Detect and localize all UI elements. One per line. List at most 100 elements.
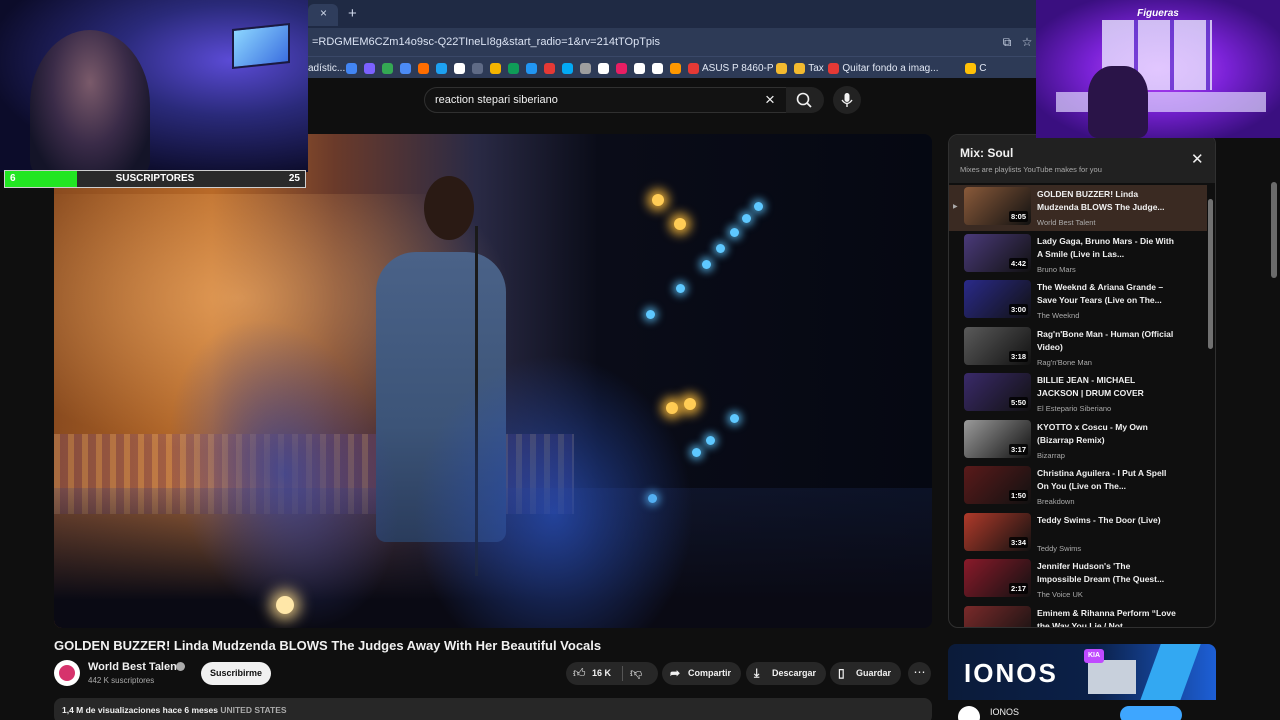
bookmark-item[interactable] <box>526 61 537 75</box>
video-thumbnail[interactable]: 8:05 <box>964 187 1031 225</box>
tab-close-icon[interactable]: × <box>320 6 327 20</box>
ad-banner[interactable]: IONOS KIA <box>948 644 1216 700</box>
video-player[interactable] <box>54 134 932 628</box>
playlist-item-title[interactable]: Christina Aguilera - I Put A Spell On Yo… <box>1037 467 1177 493</box>
thumb-down-icon[interactable]: 👎︎ <box>630 662 642 685</box>
bookmark-item[interactable] <box>418 61 429 75</box>
playlist-item[interactable]: 5:50 BILLIE JEAN - MICHAEL JACKSON | DRUM… <box>949 371 1207 417</box>
save-button[interactable]: ▯ Guardar <box>830 662 902 685</box>
playlist-item[interactable]: 3:34 Teddy Swims - The Door (Live) Teddy S… <box>949 511 1207 557</box>
video-thumbnail[interactable]: 3:17 <box>964 419 1031 458</box>
bookmark-item[interactable]: Tax <box>794 61 824 75</box>
bookmark-item[interactable] <box>508 61 519 75</box>
playlist-item[interactable]: ▶ 8:05 GOLDEN BUZZER! Linda Mudzenda BLOWS… <box>949 185 1207 231</box>
goal-current: 6 <box>10 173 16 184</box>
playlist-item[interactable]: 4:42 Lady Gaga, Bruno Mars - Die With A S… <box>949 232 1207 278</box>
bookmark-item[interactable] <box>346 61 357 75</box>
channel-avatar[interactable] <box>54 660 80 686</box>
bookmark-item[interactable] <box>490 61 501 75</box>
share-button[interactable]: ➦ Compartir <box>662 662 742 685</box>
playlist-scrollbar[interactable] <box>1208 199 1213 349</box>
bookmark-item[interactable] <box>544 61 555 75</box>
bookmark-item[interactable] <box>598 61 609 75</box>
bookmark-item[interactable] <box>436 61 447 75</box>
bookmark-item[interactable] <box>562 61 573 75</box>
duration-badge: 8:05 <box>1008 211 1028 222</box>
bookmark-item[interactable]: ASUS P 8460-P <box>688 61 774 75</box>
video-thumbnail[interactable]: 1:50 <box>964 466 1031 504</box>
channel-name[interactable]: World Best Talent <box>88 661 181 673</box>
bookmark-item[interactable]: adístic... <box>308 61 345 75</box>
playlist-item[interactable]: 2:17 Jennifer Hudson's 'The Impossible Dr… <box>949 557 1207 603</box>
playlist-item[interactable]: 3:17 KYOTTO x Coscu - My Own (Bizarrap Re… <box>949 418 1207 464</box>
advertiser-name[interactable]: IONOS <box>990 707 1019 717</box>
video-thumbnail[interactable]: 5:50 <box>964 373 1031 411</box>
playlist-item-title[interactable]: KYOTTO x Coscu - My Own (Bizarrap Remix) <box>1037 421 1177 447</box>
playlist-item-channel: El Estepario Siberiano <box>1037 404 1112 413</box>
bookmark-favicon-icon <box>965 62 977 74</box>
download-button[interactable]: ⤓ Descargar <box>746 662 827 685</box>
mic-icon <box>841 93 853 107</box>
playlist-item-title[interactable]: The Weeknd & Ariana Grande – Save Your T… <box>1037 281 1177 307</box>
duration-badge: 1:50 <box>1008 490 1028 501</box>
more-icon[interactable]: ⋯ <box>908 662 931 685</box>
bookmark-item[interactable] <box>400 61 411 75</box>
playlist-item-title[interactable]: BILLIE JEAN - MICHAEL JACKSON | DRUM COV… <box>1037 374 1177 400</box>
stage-light <box>742 214 751 223</box>
playlist-item[interactable]: 1:50 Christina Aguilera - I Put A Spell O… <box>949 464 1207 510</box>
new-tab-icon[interactable]: + <box>348 5 357 22</box>
bookmark-favicon-icon <box>634 62 645 74</box>
voice-search-button[interactable] <box>833 86 861 114</box>
video-thumbnail[interactable]: 2:17 <box>964 559 1031 597</box>
playlist-item[interactable]: 3:00 The Weeknd & Ariana Grande – Save Yo… <box>949 278 1207 324</box>
singer-head <box>424 176 474 240</box>
bookmark-item[interactable] <box>652 61 663 75</box>
video-thumbnail[interactable]: 3:34 <box>964 512 1031 551</box>
playlist-item-title[interactable]: Rag'n'Bone Man - Human (Official Video) <box>1037 328 1177 354</box>
bookmark-favicon-icon <box>346 62 357 74</box>
playlist-item[interactable]: Eminem & Rihanna Perform “Love the Way Y… <box>949 604 1207 628</box>
like-count[interactable]: 16 K <box>592 662 611 685</box>
search-input[interactable]: reaction stepari siberiano <box>435 94 558 106</box>
stage-light <box>716 244 725 253</box>
video-thumbnail[interactable]: 4:42 <box>964 233 1031 272</box>
playlist-item-title[interactable]: Lady Gaga, Bruno Mars - Die With A Smile… <box>1037 235 1177 261</box>
bookmark-item[interactable] <box>616 61 627 75</box>
advertiser-avatar[interactable] <box>958 706 980 720</box>
bookmark-item[interactable]: Quitar fondo a imag... <box>828 61 939 75</box>
install-app-icon[interactable]: ⧉ <box>1000 35 1014 49</box>
url-text[interactable]: =RDGMEM6CZm14o9sc-Q22TIneLI8g&start_radi… <box>312 36 660 48</box>
bookmark-item[interactable]: C <box>965 61 986 75</box>
bookmark-item[interactable] <box>382 61 393 75</box>
playlist-item-title[interactable]: Eminem & Rihanna Perform “Love the Way Y… <box>1037 607 1177 628</box>
playlist-item-title[interactable]: Jennifer Hudson's 'The Impossible Dream … <box>1037 560 1177 586</box>
playlist-title[interactable]: Mix: Soul <box>960 146 1013 160</box>
description-box[interactable]: 1,4 M de visualizaciones hace 6 meses UN… <box>54 698 932 720</box>
bookmark-item[interactable] <box>454 61 465 75</box>
video-thumbnail[interactable]: 3:18 <box>964 326 1031 365</box>
page-scrollbar[interactable] <box>1271 182 1277 278</box>
playlist-item[interactable]: 3:18 Rag'n'Bone Man - Human (Official Vid… <box>949 325 1207 371</box>
search-button[interactable] <box>786 87 824 113</box>
playlist-item-title[interactable]: Teddy Swims - The Door (Live) <box>1037 514 1177 527</box>
ad-cta-button[interactable] <box>1120 706 1182 720</box>
playlist-panel: Mix: Soul Mixes are playlists YouTube ma… <box>948 134 1216 628</box>
bookmark-item[interactable] <box>472 61 483 75</box>
bookmark-favicon-icon <box>544 62 555 74</box>
bookmark-item[interactable] <box>364 61 375 75</box>
search-box[interactable]: reaction stepari siberiano × <box>424 87 822 113</box>
close-icon[interactable]: ✕ <box>1191 150 1204 168</box>
bookmark-favicon-icon <box>418 62 429 74</box>
close-icon[interactable]: × <box>765 90 775 110</box>
bookmark-item[interactable] <box>580 61 591 75</box>
bookmark-item[interactable] <box>634 61 645 75</box>
playlist-item-title[interactable]: GOLDEN BUZZER! Linda Mudzenda BLOWS The … <box>1037 188 1177 214</box>
thumb-up-icon[interactable]: 👍︎ <box>573 662 586 685</box>
bookmark-star-icon[interactable]: ☆ <box>1020 35 1034 49</box>
bookmark-item[interactable] <box>776 61 788 75</box>
subscribe-button[interactable]: Suscribirme <box>201 662 271 685</box>
playlist-item-channel: World Best Talent <box>1037 218 1096 227</box>
video-thumbnail[interactable]: 3:00 <box>964 280 1031 318</box>
video-thumbnail[interactable] <box>964 605 1031 627</box>
bookmark-item[interactable] <box>670 61 681 75</box>
